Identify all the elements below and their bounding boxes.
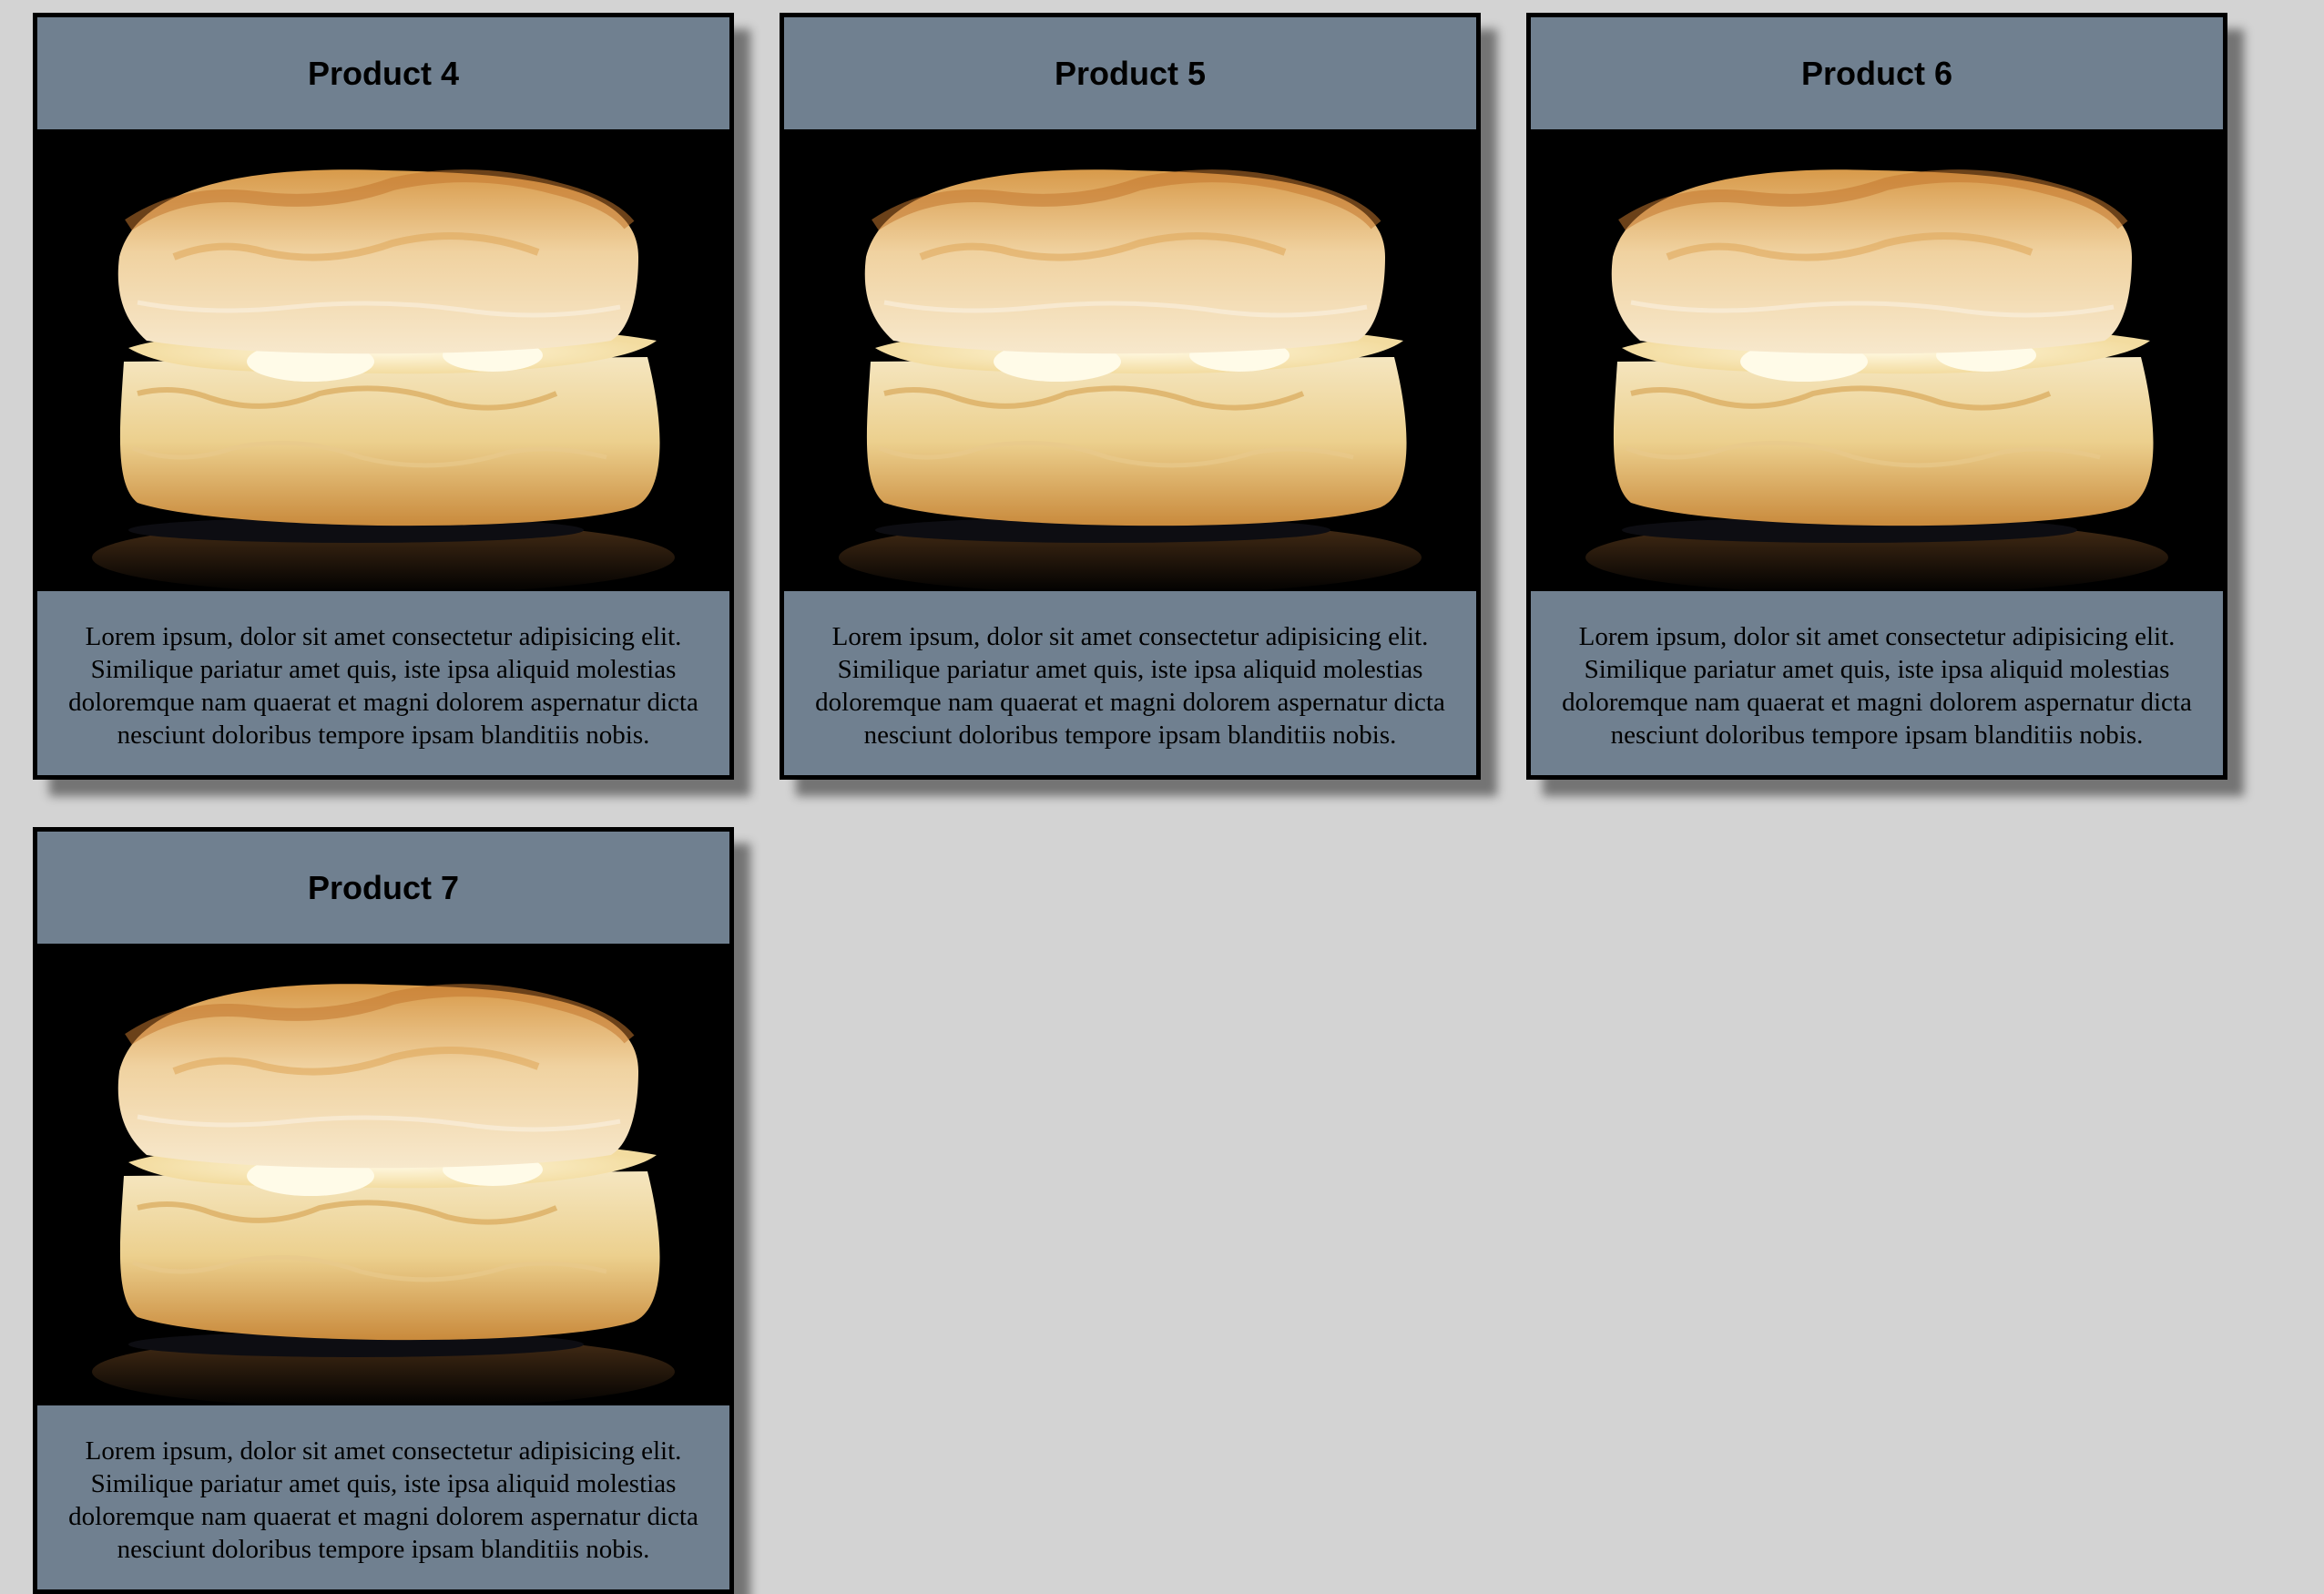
product-card-4: Product 7 Lorem ipsum, dolor sit amet co… [33, 827, 734, 1594]
product-card-1: Product 4 Lorem ipsum, dolor sit amet co… [33, 13, 734, 780]
biscuit-photo [784, 129, 1476, 591]
product-description: Lorem ipsum, dolor sit amet consectetur … [68, 1436, 698, 1564]
product-description: Lorem ipsum, dolor sit amet consectetur … [68, 622, 698, 750]
biscuit-photo [37, 129, 729, 591]
biscuit-photo [1531, 129, 2223, 591]
product-title: Product 6 [1800, 54, 1953, 92]
product-grid: Product 4 Lorem ipsum, dolor sit amet co… [33, 13, 2291, 1594]
biscuit-photo-svg [1531, 129, 2223, 591]
product-title: Product 4 [307, 54, 460, 92]
biscuit-photo-svg [37, 129, 729, 591]
product-card-3: Product 6 Lorem ipsum, dolor sit amet co… [1526, 13, 2227, 780]
product-title: Product 7 [307, 868, 460, 906]
product-card-2: Product 5 Lorem ipsum, dolor sit amet co… [780, 13, 1481, 780]
biscuit-photo [37, 944, 729, 1405]
product-description: Lorem ipsum, dolor sit amet consectetur … [815, 622, 1445, 750]
biscuit-photo-svg [37, 944, 729, 1405]
biscuit-photo-svg [784, 129, 1476, 591]
product-description: Lorem ipsum, dolor sit amet consectetur … [1562, 622, 2192, 750]
product-title: Product 5 [1054, 54, 1207, 92]
